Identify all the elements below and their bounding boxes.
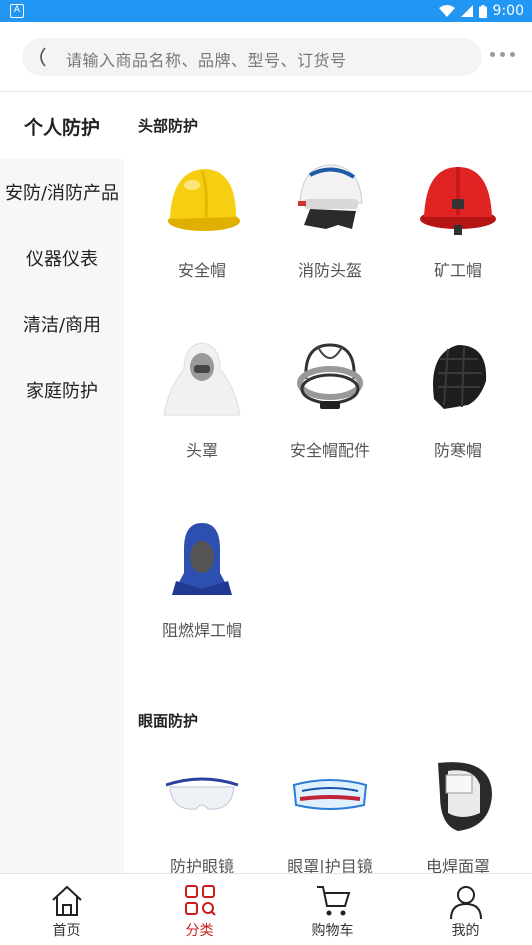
product-label: 消防头盔 xyxy=(297,261,362,280)
product-label: 防护眼镜 xyxy=(169,857,234,873)
signal-icon xyxy=(460,5,473,17)
search-bar: 请输入商品名称、品牌、型号、订货号 xyxy=(0,22,532,92)
category-sidebar: 个人防护 安防/消防产品 仪器仪表 清洁/商用 家庭防护 xyxy=(0,93,124,873)
more-menu-icon[interactable] xyxy=(490,52,515,57)
category-content: 头部防护 安全帽 消防头盔 矿工帽 头罩 安全帽配件 防寒帽 阻燃焊工帽 眼面防… xyxy=(124,93,532,873)
category-icon xyxy=(184,885,216,916)
sidebar-item-security-fire[interactable]: 安防/消防产品 xyxy=(0,159,124,225)
sidebar-item-label: 个人防护 xyxy=(23,116,100,139)
product-label: 矿工帽 xyxy=(433,261,482,280)
safety-glasses-icon xyxy=(165,777,239,810)
product-label: 阻燃焊工帽 xyxy=(161,621,242,640)
product-winter-hat[interactable]: 防寒帽 xyxy=(394,339,522,509)
sidebar-item-label: 仪器仪表 xyxy=(26,249,98,270)
product-fire-helmet[interactable]: 消防头盔 xyxy=(266,159,394,329)
bottom-tab-bar: 首页 分类 购物车 我的 xyxy=(0,873,532,944)
product-safety-glasses[interactable]: 防护眼镜 xyxy=(138,755,266,873)
red-hard-hat-icon xyxy=(420,167,496,235)
back-icon[interactable] xyxy=(34,46,48,68)
section-title-eye-face: 眼面防护 xyxy=(138,712,199,730)
status-time: 9:00 xyxy=(492,3,524,19)
tab-label: 购物车 xyxy=(311,923,354,939)
product-safety-helmet[interactable]: 安全帽 xyxy=(138,159,266,329)
sidebar-item-label: 家庭防护 xyxy=(26,381,98,402)
user-icon xyxy=(449,886,482,920)
helmet-suspension-icon xyxy=(297,343,363,409)
product-label: 安全帽 xyxy=(177,261,226,280)
fire-helmet-icon xyxy=(298,164,363,229)
product-label: 头罩 xyxy=(185,441,218,460)
tab-label: 分类 xyxy=(185,923,214,939)
wifi-icon xyxy=(438,5,455,17)
tab-home[interactable]: 首页 xyxy=(0,874,133,945)
tab-label: 我的 xyxy=(451,923,480,939)
product-hood[interactable]: 头罩 xyxy=(138,339,266,509)
product-label: 安全帽配件 xyxy=(289,441,370,460)
sidebar-item-cleaning[interactable]: 清洁/商用 xyxy=(0,291,124,357)
section-title-head: 头部防护 xyxy=(138,117,199,135)
tab-cart[interactable]: 购物车 xyxy=(266,874,399,945)
tab-label: 首页 xyxy=(52,923,81,939)
sidebar-item-label: 清洁/商用 xyxy=(22,315,102,336)
product-helmet-accessories[interactable]: 安全帽配件 xyxy=(266,339,394,509)
cart-icon xyxy=(316,886,350,916)
welding-mask-icon xyxy=(438,762,492,831)
winter-cap-icon xyxy=(433,345,487,409)
battery-icon xyxy=(478,4,487,18)
protective-hood-icon xyxy=(163,342,241,416)
search-placeholder: 请输入商品名称、品牌、型号、订货号 xyxy=(66,51,347,70)
sidebar-item-home-protection[interactable]: 家庭防护 xyxy=(0,357,124,423)
app-notification-icon: A xyxy=(10,4,24,18)
tab-profile[interactable]: 我的 xyxy=(399,874,532,945)
product-goggles[interactable]: 眼罩|护目镜 xyxy=(266,755,394,873)
product-welding-mask[interactable]: 电焊面罩 xyxy=(394,755,522,873)
product-label: 防寒帽 xyxy=(433,441,482,460)
goggles-icon xyxy=(292,779,368,810)
product-label: 眼罩|护目镜 xyxy=(287,857,373,873)
sidebar-item-instruments[interactable]: 仪器仪表 xyxy=(0,225,124,291)
product-welding-cap[interactable]: 阻燃焊工帽 xyxy=(138,519,266,689)
sidebar-item-personal-protection[interactable]: 个人防护 xyxy=(0,93,124,159)
sidebar-item-label: 安防/消防产品 xyxy=(4,183,120,204)
tab-category[interactable]: 分类 xyxy=(133,874,266,945)
home-icon xyxy=(51,885,82,916)
status-bar: A 9:00 xyxy=(0,0,532,22)
yellow-hard-hat-icon xyxy=(168,169,240,231)
welding-cap-icon xyxy=(172,523,232,595)
search-input[interactable]: 请输入商品名称、品牌、型号、订货号 xyxy=(22,38,482,76)
product-miner-helmet[interactable]: 矿工帽 xyxy=(394,159,522,329)
product-label: 电焊面罩 xyxy=(425,857,490,873)
